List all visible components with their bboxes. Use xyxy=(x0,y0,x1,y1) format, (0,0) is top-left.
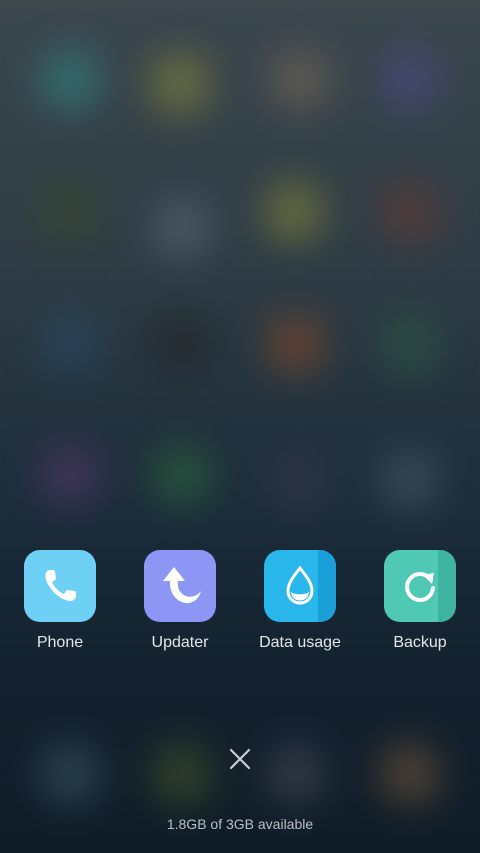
memory-status: 1.8GB of 3GB available xyxy=(166,816,314,832)
water-drop-icon xyxy=(286,565,314,605)
phone-app-icon[interactable] xyxy=(24,550,96,622)
clear-all-button[interactable] xyxy=(222,741,258,777)
close-icon xyxy=(229,748,251,770)
recent-apps-row: Phone Updater Data usage Backup xyxy=(0,550,480,660)
data-usage-app-icon[interactable] xyxy=(264,550,336,622)
recent-app-updater[interactable]: Updater xyxy=(125,550,235,652)
app-label-phone: Phone xyxy=(36,634,84,651)
phone-icon xyxy=(45,570,76,602)
recent-app-backup[interactable]: Backup xyxy=(365,550,475,652)
backup-refresh-icon xyxy=(405,572,435,602)
backup-app-icon[interactable] xyxy=(384,550,456,622)
updater-app-icon[interactable] xyxy=(144,550,216,622)
app-label-updater: Updater xyxy=(151,634,209,651)
updater-arrow-icon xyxy=(163,567,201,604)
recent-app-data-usage[interactable]: Data usage xyxy=(245,550,355,652)
app-label-backup: Backup xyxy=(393,634,447,651)
recent-app-phone[interactable]: Phone xyxy=(5,550,115,652)
app-label-data-usage: Data usage xyxy=(259,634,341,651)
recent-apps-screen: Phone Updater Data usage Backup 1.8GB of… xyxy=(0,0,480,853)
blurred-home-background xyxy=(0,0,480,853)
